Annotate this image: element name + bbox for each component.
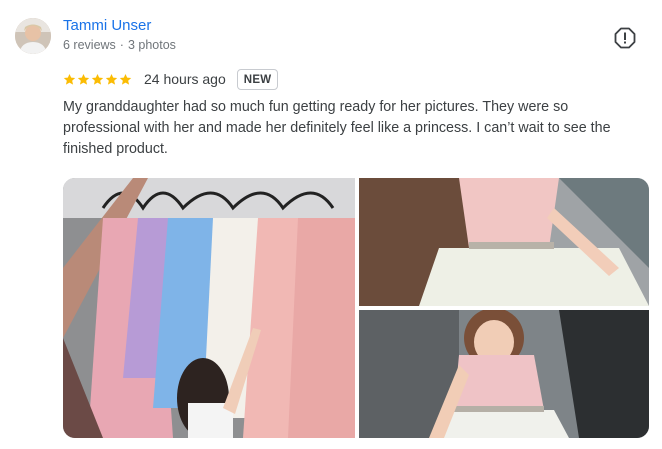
star-icon bbox=[63, 73, 76, 85]
review-photo-girl-dress[interactable] bbox=[359, 178, 649, 306]
review-photo-dress-rack[interactable] bbox=[63, 178, 355, 438]
reviewer-avatar[interactable] bbox=[15, 18, 51, 54]
reviewer-meta: 6 reviews · 3 photos bbox=[63, 38, 176, 52]
star-icon bbox=[119, 73, 132, 85]
review-time: 24 hours ago bbox=[144, 71, 226, 87]
star-rating bbox=[63, 73, 132, 86]
star-icon bbox=[77, 73, 90, 85]
meta-separator: · bbox=[119, 38, 124, 52]
report-flag-icon bbox=[614, 27, 636, 49]
star-icon bbox=[91, 73, 104, 85]
review-photos bbox=[63, 178, 649, 438]
reviewer-name-link[interactable]: Tammi Unser bbox=[63, 17, 151, 34]
new-badge: NEW bbox=[236, 68, 279, 90]
review-text: My granddaughter had so much fun getting… bbox=[63, 99, 611, 157]
review-photo-girl-smiling[interactable] bbox=[359, 310, 649, 438]
photo-count: 3 photos bbox=[127, 38, 176, 52]
report-review-button[interactable] bbox=[614, 27, 636, 49]
star-icon bbox=[105, 73, 118, 85]
review-count: 6 reviews bbox=[63, 38, 116, 52]
rating-row: 24 hours ago NEW bbox=[63, 68, 279, 90]
